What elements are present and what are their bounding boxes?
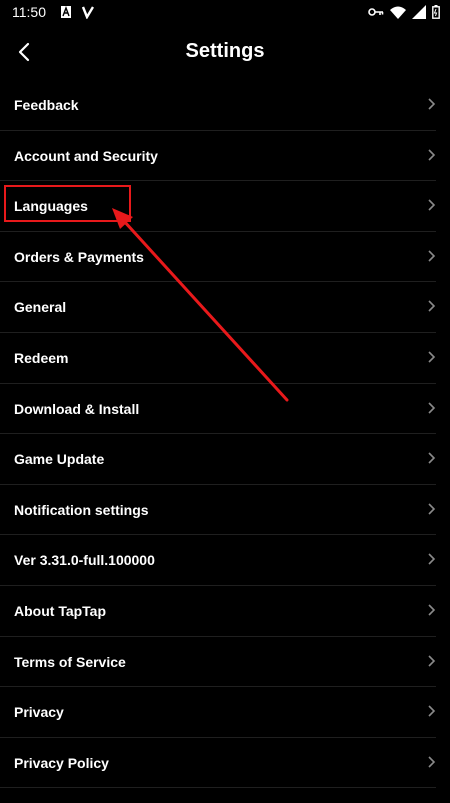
chevron-right-icon xyxy=(428,654,436,667)
vpn-key-icon xyxy=(368,8,384,16)
settings-item-general[interactable]: General xyxy=(0,282,436,333)
notification-a-icon xyxy=(61,6,71,18)
chevron-right-icon xyxy=(428,401,436,414)
settings-item-feedback[interactable]: Feedback xyxy=(0,80,436,131)
status-system-icons xyxy=(368,5,440,19)
settings-item-label: Privacy Policy xyxy=(14,754,109,771)
status-bar: 11:50 xyxy=(0,0,450,26)
settings-item-label: Languages xyxy=(14,198,88,215)
chevron-right-icon xyxy=(428,149,436,161)
status-notification-icons xyxy=(60,5,94,19)
settings-item-terms-of-service[interactable]: Terms of Service xyxy=(0,637,436,688)
battery-icon xyxy=(432,5,440,19)
chevron-right-icon xyxy=(428,503,436,515)
chevron-right-icon xyxy=(428,300,436,312)
settings-item-label: Account and Security xyxy=(14,147,158,164)
settings-item-languages[interactable]: Languages xyxy=(0,181,436,232)
chevron-right-icon xyxy=(428,452,436,464)
header: Settings xyxy=(0,26,450,80)
page-title: Settings xyxy=(185,40,265,62)
settings-item-label: Download & Install xyxy=(14,400,140,417)
chevron-right-icon xyxy=(428,756,436,768)
settings-item-label: Redeem xyxy=(14,349,69,366)
settings-item-game-update[interactable]: Game Update xyxy=(0,434,436,485)
settings-item-version[interactable]: Ver 3.31.0-full.100000 xyxy=(0,535,436,586)
wifi-icon xyxy=(390,6,406,19)
settings-item-about[interactable]: About TapTap xyxy=(0,586,436,637)
settings-item-label: General xyxy=(14,299,67,316)
chevron-right-icon xyxy=(428,250,436,262)
settings-item-orders-payments[interactable]: Orders & Payments xyxy=(0,232,436,283)
chevron-right-icon xyxy=(428,351,436,363)
chevron-right-icon xyxy=(428,199,436,211)
chevron-right-icon xyxy=(428,705,436,717)
status-time: 11:50 xyxy=(12,4,46,20)
settings-item-label: Notification settings xyxy=(14,501,149,518)
notification-check-icon xyxy=(82,6,94,19)
settings-item-privacy-policy[interactable]: Privacy Policy xyxy=(0,738,436,789)
settings-list: Feedback Account and Security Languages … xyxy=(0,80,450,789)
settings-item-notification-settings[interactable]: Notification settings xyxy=(0,485,436,536)
chevron-right-icon xyxy=(428,604,436,616)
settings-item-label: About TapTap xyxy=(14,602,107,619)
settings-item-label: Privacy xyxy=(14,704,64,721)
settings-item-account-security[interactable]: Account and Security xyxy=(0,131,436,182)
settings-item-label: Game Update xyxy=(14,451,105,468)
settings-item-label: Feedback xyxy=(14,97,79,113)
chevron-right-icon xyxy=(428,98,436,110)
settings-item-download-install[interactable]: Download & Install xyxy=(0,384,436,435)
settings-item-label: Terms of Service xyxy=(14,653,126,670)
chevron-right-icon xyxy=(428,553,436,565)
settings-item-label: Orders & Payments xyxy=(14,248,144,265)
settings-item-privacy[interactable]: Privacy xyxy=(0,687,436,738)
signal-icon xyxy=(412,5,426,19)
settings-item-redeem[interactable]: Redeem xyxy=(0,333,436,384)
settings-item-label: Ver 3.31.0-full.100000 xyxy=(14,552,155,569)
